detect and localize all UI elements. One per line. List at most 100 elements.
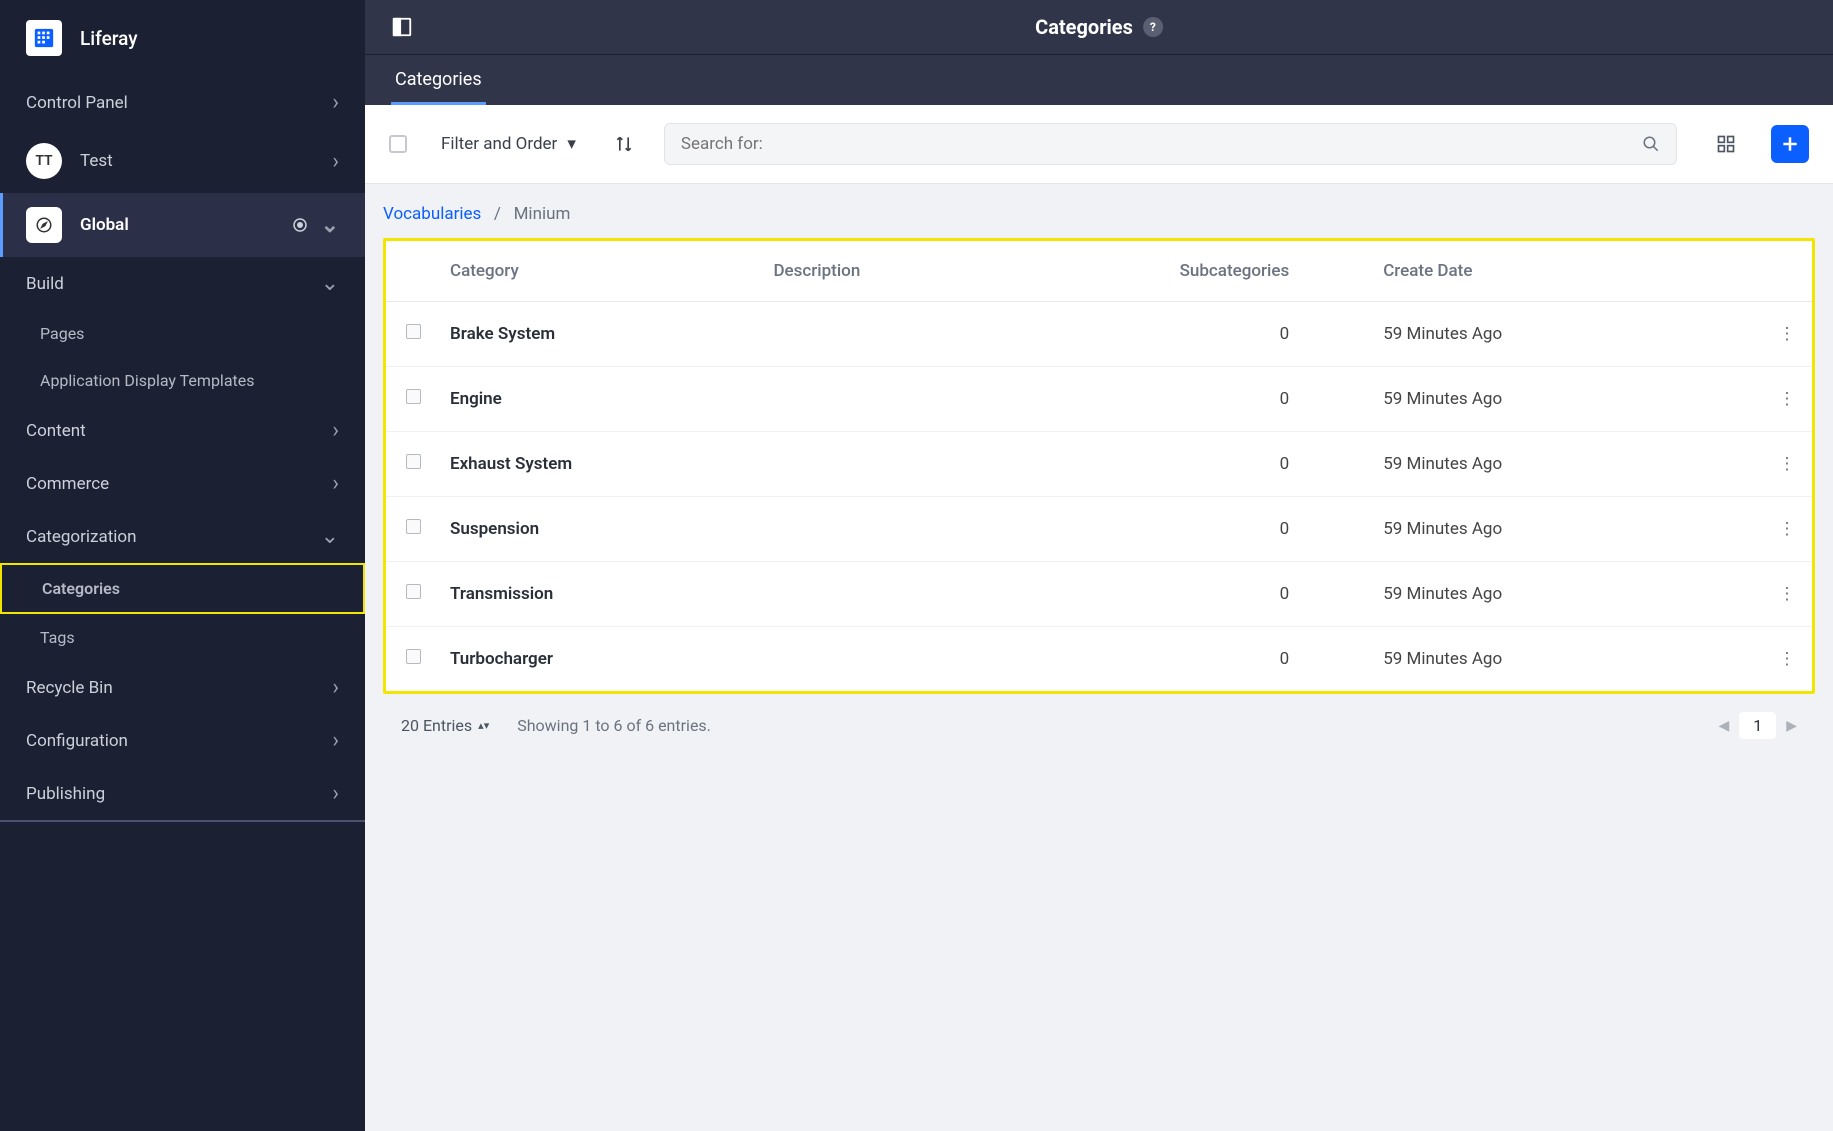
sidebar-item-control-panel[interactable]: Control Panel ›: [0, 76, 365, 129]
tab-categories[interactable]: Categories: [391, 55, 486, 105]
row-checkbox[interactable]: [406, 519, 421, 534]
sidebar-item-configuration[interactable]: Configuration ›: [0, 714, 365, 767]
view-toggle-button[interactable]: [1707, 125, 1745, 163]
cell-category: Suspension: [436, 497, 759, 562]
row-actions-button[interactable]: ⋮: [1762, 497, 1812, 562]
tab-bar: Categories: [365, 55, 1833, 105]
breadcrumb: Vocabularies / Minium: [383, 204, 1815, 224]
search-icon[interactable]: [1642, 135, 1660, 153]
sidebar-item-commerce[interactable]: Commerce ›: [0, 457, 365, 510]
col-check: [386, 241, 436, 302]
sidebar-label: Categorization: [26, 527, 321, 547]
sidebar-item-categories[interactable]: Categories: [0, 563, 365, 614]
sidebar-item-user[interactable]: TT Test ›: [0, 129, 365, 193]
panel-toggle-button[interactable]: [391, 16, 413, 38]
sidebar-label: Build: [26, 274, 321, 294]
table-row[interactable]: Transmission 0 59 Minutes Ago ⋮: [386, 562, 1812, 627]
sidebar-item-pages[interactable]: Pages: [0, 310, 365, 357]
row-checkbox[interactable]: [406, 324, 421, 339]
sidebar-label: Publishing: [26, 784, 332, 804]
sidebar-label: Recycle Bin: [26, 678, 332, 698]
search-input[interactable]: [681, 134, 1642, 154]
target-icon: [291, 216, 309, 234]
breadcrumb-current: Minium: [514, 204, 571, 224]
table-wrap: Category Description Subcategories Creat…: [383, 238, 1815, 694]
col-description[interactable]: Description: [759, 241, 1006, 302]
sidebar-label: Control Panel: [26, 93, 332, 113]
cell-category: Transmission: [436, 562, 759, 627]
row-actions-button[interactable]: ⋮: [1762, 302, 1812, 367]
sidebar-item-app-display-templates[interactable]: Application Display Templates: [0, 357, 365, 404]
row-checkbox[interactable]: [406, 584, 421, 599]
chevron-right-icon: ›: [332, 675, 339, 700]
cell-create-date: 59 Minutes Ago: [1303, 367, 1762, 432]
table-row[interactable]: Brake System 0 59 Minutes Ago ⋮: [386, 302, 1812, 367]
cell-subcategories: 0: [1007, 497, 1303, 562]
page-title: Categories: [1035, 15, 1133, 39]
cell-category: Brake System: [436, 302, 759, 367]
cell-create-date: 59 Minutes Ago: [1303, 432, 1762, 497]
sidebar-item-categorization[interactable]: Categorization ⌄: [0, 510, 365, 563]
brand[interactable]: Liferay: [0, 0, 365, 76]
sidebar-item-publishing[interactable]: Publishing ›: [0, 767, 365, 822]
add-button[interactable]: [1771, 125, 1809, 163]
entries-selector[interactable]: 20 Entries ▴▾: [401, 716, 489, 735]
row-checkbox[interactable]: [406, 454, 421, 469]
col-subcategories[interactable]: Subcategories: [1007, 241, 1303, 302]
pager-prev[interactable]: ◀: [1718, 718, 1729, 734]
chevron-right-icon: ›: [332, 728, 339, 753]
chevron-down-icon: ⌄: [321, 524, 339, 549]
sidebar-label: Categories: [42, 579, 120, 598]
help-icon[interactable]: ?: [1143, 17, 1163, 37]
avatar: TT: [26, 143, 62, 179]
sort-icon: ▴▾: [478, 720, 489, 731]
pager-current: 1: [1739, 712, 1776, 739]
sidebar-item-build[interactable]: Build ⌄: [0, 257, 365, 310]
row-actions-button[interactable]: ⋮: [1762, 627, 1812, 692]
pager-next[interactable]: ▶: [1786, 718, 1797, 734]
cell-create-date: 59 Minutes Ago: [1303, 497, 1762, 562]
col-create-date[interactable]: Create Date: [1303, 241, 1762, 302]
sidebar-item-site[interactable]: Global ⌄: [0, 193, 365, 257]
top-bar: Categories ?: [365, 0, 1833, 55]
main: Categories ? Categories Filter and Order…: [365, 0, 1833, 1131]
sidebar-label: Application Display Templates: [40, 371, 255, 390]
row-actions-button[interactable]: ⋮: [1762, 432, 1812, 497]
toolbar: Filter and Order ▾: [365, 105, 1833, 184]
table-row[interactable]: Exhaust System 0 59 Minutes Ago ⋮: [386, 432, 1812, 497]
sort-button[interactable]: [614, 134, 634, 154]
sidebar-label: Tags: [40, 628, 75, 647]
search-wrap: [664, 123, 1677, 165]
brand-logo: [26, 20, 62, 56]
chevron-right-icon: ›: [332, 90, 339, 115]
showing-text: Showing 1 to 6 of 6 entries.: [517, 716, 711, 735]
row-checkbox[interactable]: [406, 649, 421, 664]
chevron-right-icon: ›: [332, 149, 339, 174]
select-all-checkbox[interactable]: [389, 135, 407, 153]
col-category[interactable]: Category: [436, 241, 759, 302]
sidebar-label: Commerce: [26, 474, 332, 494]
categories-table: Category Description Subcategories Creat…: [386, 241, 1812, 691]
cell-description: [759, 562, 1006, 627]
chevron-right-icon: ›: [332, 471, 339, 496]
row-actions-button[interactable]: ⋮: [1762, 367, 1812, 432]
sidebar-item-content[interactable]: Content ›: [0, 404, 365, 457]
cell-subcategories: 0: [1007, 302, 1303, 367]
sidebar-item-tags[interactable]: Tags: [0, 614, 365, 661]
table-row[interactable]: Turbocharger 0 59 Minutes Ago ⋮: [386, 627, 1812, 692]
breadcrumb-root[interactable]: Vocabularies: [383, 204, 481, 224]
sidebar-item-recycle-bin[interactable]: Recycle Bin ›: [0, 661, 365, 714]
cell-category: Turbocharger: [436, 627, 759, 692]
table-row[interactable]: Suspension 0 59 Minutes Ago ⋮: [386, 497, 1812, 562]
cell-subcategories: 0: [1007, 562, 1303, 627]
cell-description: [759, 497, 1006, 562]
row-actions-button[interactable]: ⋮: [1762, 562, 1812, 627]
cell-category: Engine: [436, 367, 759, 432]
filter-order-button[interactable]: Filter and Order ▾: [441, 134, 576, 154]
content: Vocabularies / Minium Category Descripti…: [365, 184, 1833, 1131]
table-row[interactable]: Engine 0 59 Minutes Ago ⋮: [386, 367, 1812, 432]
row-checkbox[interactable]: [406, 389, 421, 404]
cell-create-date: 59 Minutes Ago: [1303, 627, 1762, 692]
cell-subcategories: 0: [1007, 432, 1303, 497]
cell-description: [759, 627, 1006, 692]
